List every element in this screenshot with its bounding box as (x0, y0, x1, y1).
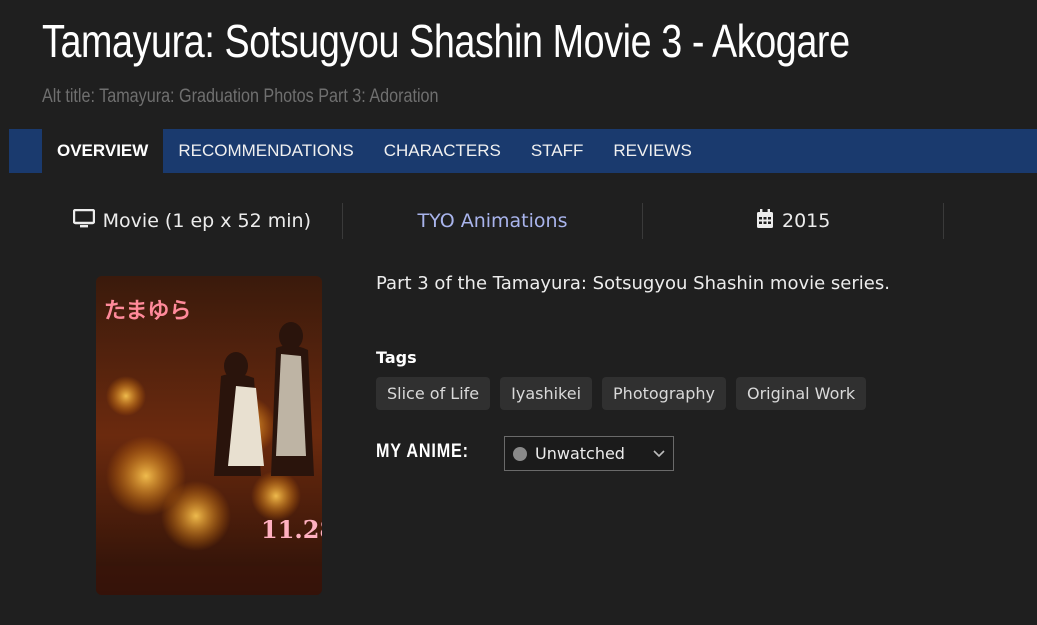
studio-link[interactable]: TYO Animations (343, 203, 644, 239)
format-text: Movie (1 ep x 52 min) (102, 210, 311, 232)
tag-list: Slice of Life Iyashikei Photography Orig… (376, 377, 867, 410)
tag-photography[interactable]: Photography (602, 377, 726, 410)
tab-recommendations[interactable]: RECOMMENDATIONS (163, 129, 368, 173)
page-title: Tamayura: Sotsugyou Shashin Movie 3 - Ak… (42, 15, 850, 67)
chevron-down-icon (653, 447, 665, 461)
tab-characters[interactable]: CHARACTERS (369, 129, 516, 173)
calendar-icon (756, 208, 774, 234)
tv-icon (72, 208, 95, 234)
status-dot-icon (513, 446, 527, 461)
tab-overview[interactable]: OVERVIEW (42, 129, 164, 173)
format-info: Movie (1 ep x 52 min) (42, 203, 343, 239)
description: Part 3 of the Tamayura: Sotsugyou Shashi… (376, 273, 890, 294)
tab-bar: OVERVIEW RECOMMENDATIONS CHARACTERS STAF… (9, 129, 1037, 173)
tag-iyashikei[interactable]: Iyashikei (500, 377, 593, 410)
tab-reviews[interactable]: REVIEWS (598, 129, 706, 173)
year-info: 2015 (643, 203, 945, 239)
tab-staff[interactable]: STAFF (516, 129, 599, 173)
info-row: Movie (1 ep x 52 min) TYO Animations 201… (42, 203, 945, 239)
poster-logo: たまゆら (104, 299, 191, 324)
poster-date: 11.28 (261, 515, 322, 544)
tags-heading: Tags (376, 348, 417, 367)
year-text: 2015 (782, 210, 831, 232)
watch-status-value: Unwatched (535, 444, 625, 463)
poster-image: たまゆら 11.28 (96, 276, 322, 595)
watch-status-select[interactable]: Unwatched (504, 436, 674, 471)
tag-slice-of-life[interactable]: Slice of Life (376, 377, 491, 410)
my-anime-label: MY ANIME: (376, 441, 469, 462)
alt-title: Alt title: Tamayura: Graduation Photos P… (42, 86, 439, 107)
tag-original-work[interactable]: Original Work (735, 377, 867, 410)
